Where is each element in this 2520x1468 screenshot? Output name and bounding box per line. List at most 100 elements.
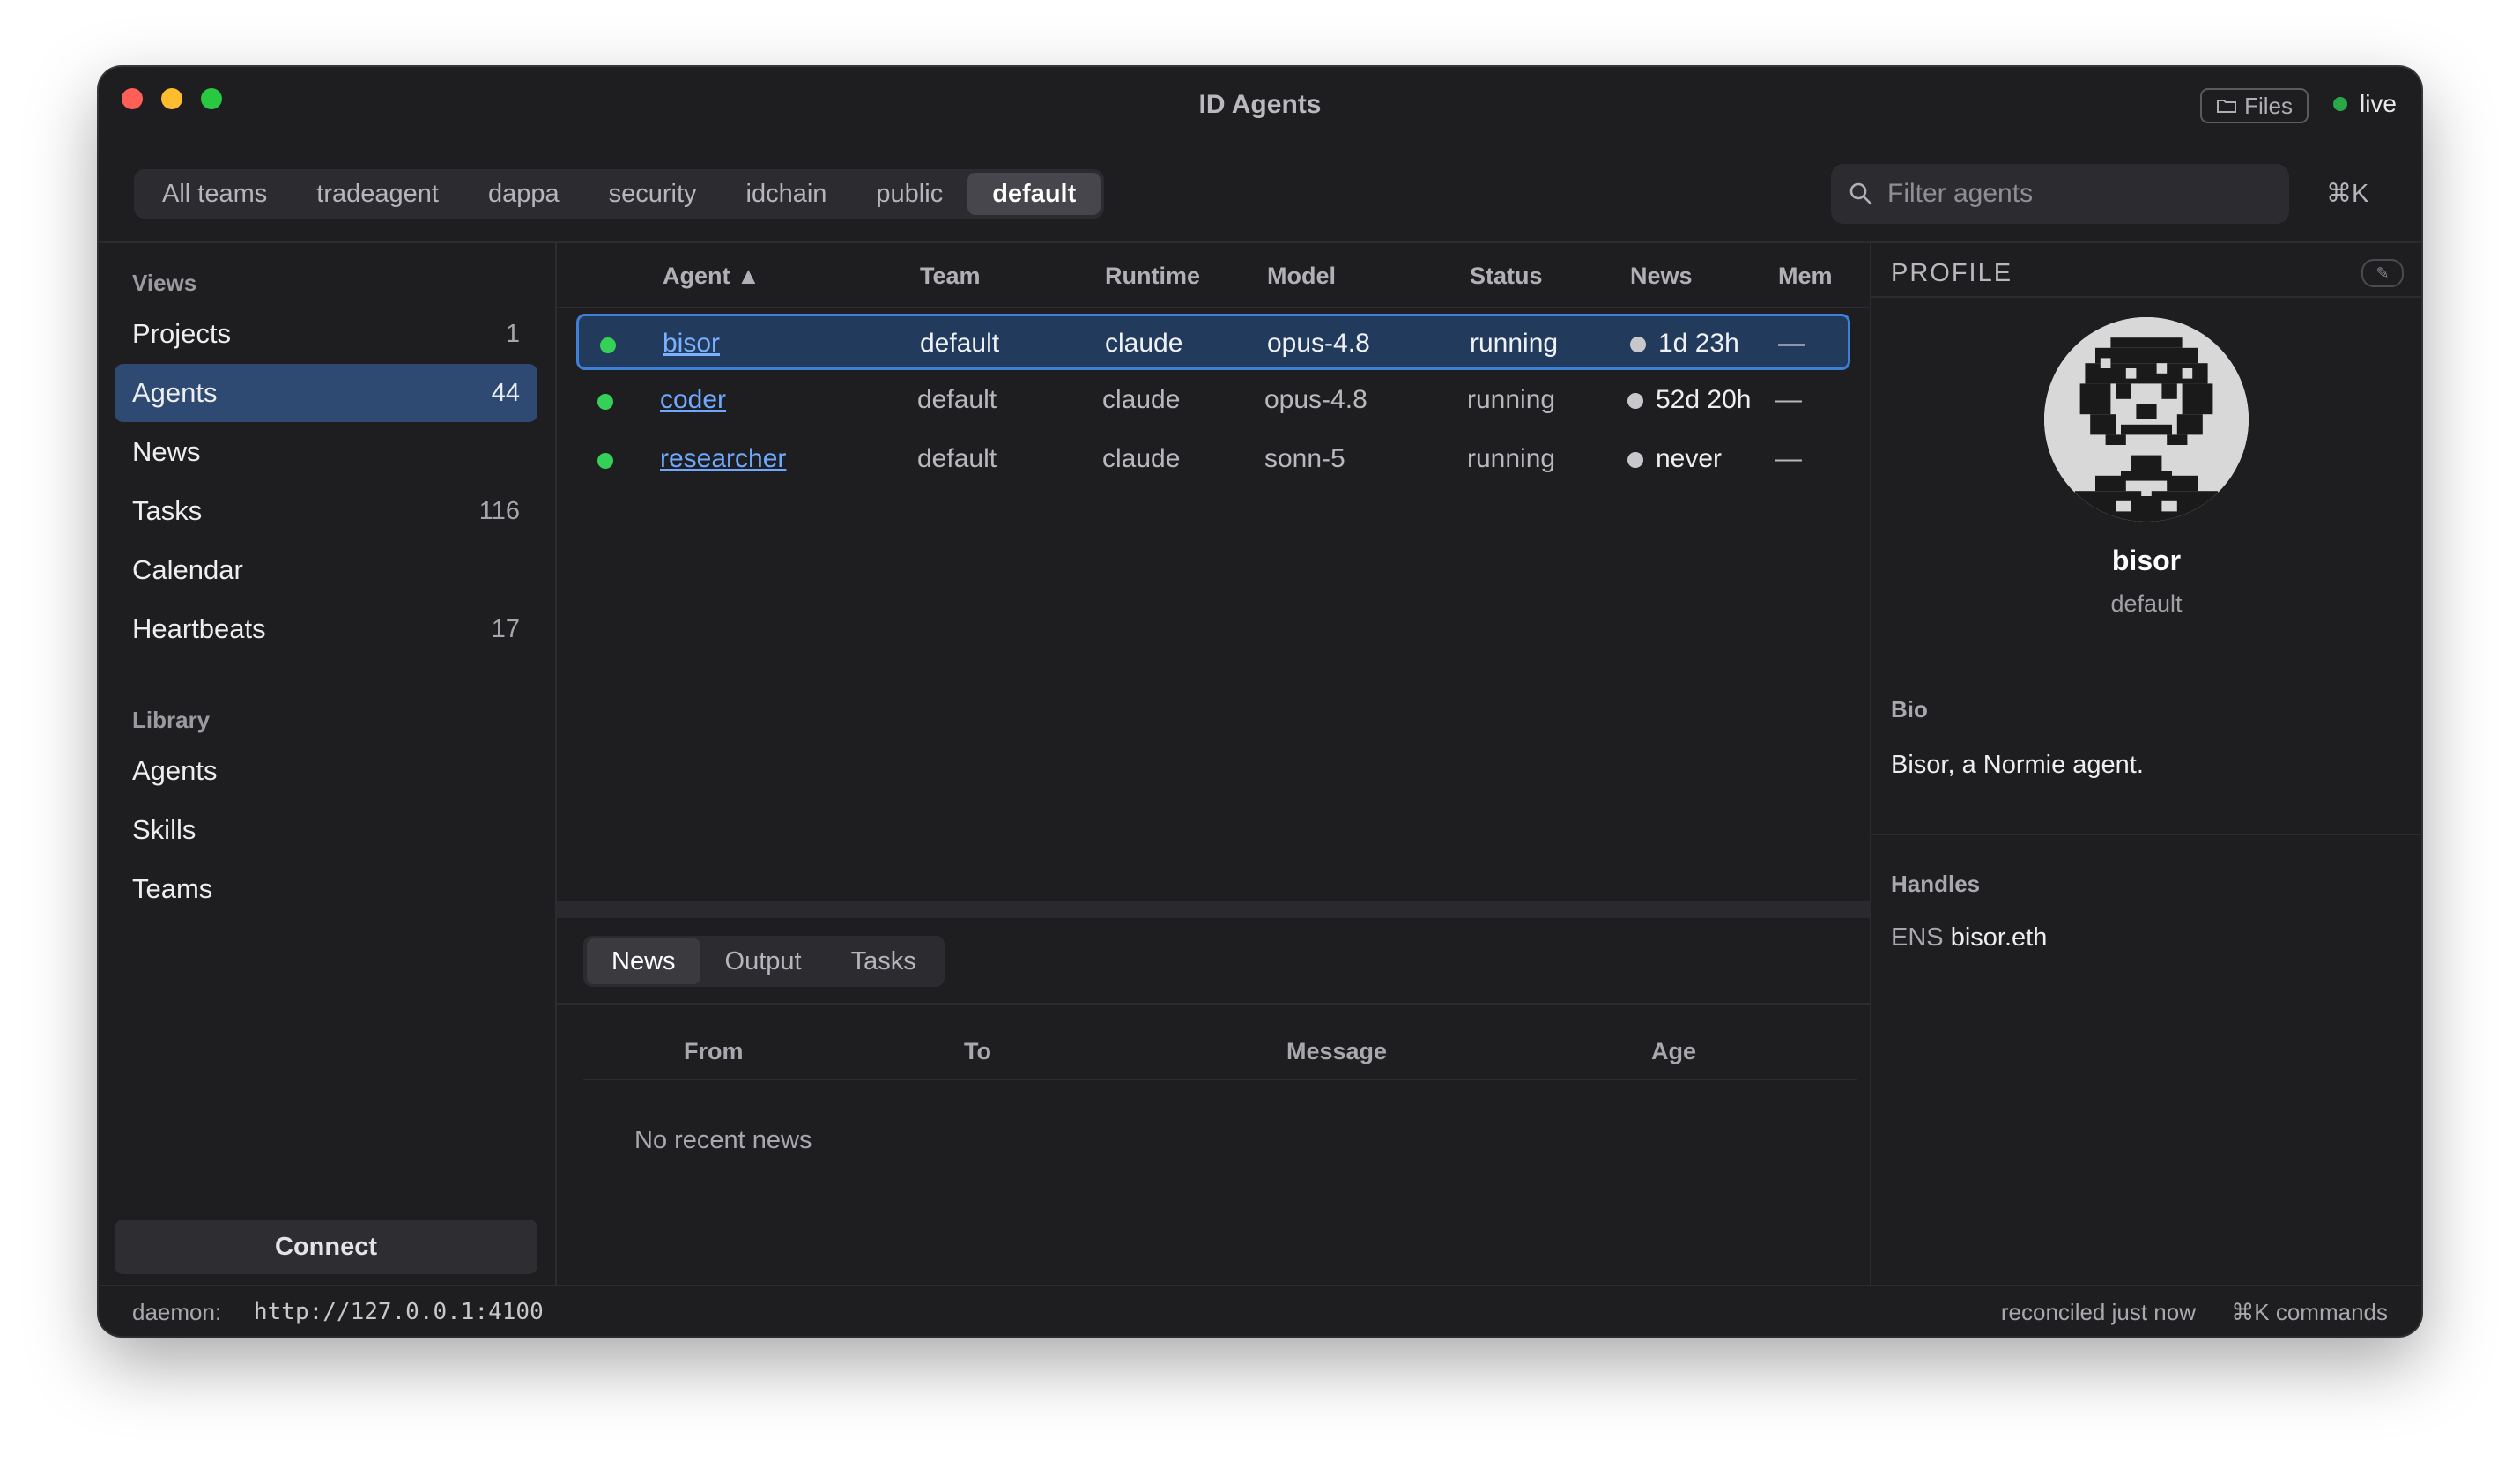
live-label: live	[2359, 90, 2397, 117]
running-status-dot	[597, 453, 613, 469]
news-column-from: From	[684, 1038, 744, 1064]
folder-icon	[2217, 100, 2237, 113]
connect-button[interactable]: Connect	[115, 1220, 537, 1274]
team-tab-idchain[interactable]: idchain	[722, 173, 852, 215]
live-status-dot	[2332, 97, 2347, 111]
table-row[interactable]: bisor default claude opus-4.8 running 1d…	[576, 314, 1850, 370]
agent-news-age: 52d 20h	[1656, 385, 1752, 414]
search-input[interactable]	[1886, 178, 2277, 210]
agent-team: default	[920, 329, 1000, 358]
divider	[555, 243, 557, 1286]
profile-name: bisor	[2111, 545, 2182, 576]
team-tab-tradeagent[interactable]: tradeagent	[292, 173, 463, 215]
sidebar-item-label: Heartbeats	[132, 613, 266, 644]
bio-text: Bisor, a Normie agent.	[1891, 751, 2144, 779]
divider	[557, 307, 1870, 308]
divider	[1871, 296, 2421, 298]
sidebar-item-library-agents[interactable]: Agents	[115, 742, 537, 800]
command-shortcut-hint: ⌘K	[2326, 180, 2369, 208]
handle-type: ENS	[1891, 923, 1944, 952]
search-icon	[1849, 182, 1872, 205]
agent-status: running	[1470, 329, 1559, 358]
team-tab-all[interactable]: All teams	[137, 173, 292, 215]
agent-model: sonn-5	[1264, 444, 1345, 473]
tab-tasks[interactable]: Tasks	[826, 938, 941, 984]
handles-label: Handles	[1891, 871, 1981, 897]
column-header-agent[interactable]: Agent ▲	[663, 263, 760, 290]
divider	[557, 1003, 1870, 1005]
agent-status: running	[1467, 385, 1556, 414]
agent-news: 52d 20h	[1627, 385, 1760, 415]
title-bar: ID Agents Files live	[99, 67, 2421, 167]
agent-news-age: never	[1656, 444, 1723, 473]
sidebar-item-agents[interactable]: Agents 44	[115, 364, 537, 422]
agent-mem: —	[1775, 385, 1802, 414]
profile-team: default	[2110, 590, 2183, 617]
team-tab-dappa[interactable]: dappa	[463, 173, 584, 215]
sidebar-item-news[interactable]: News	[115, 423, 537, 481]
agents-table-header: Agent ▲ Team Runtime Model Status News M…	[557, 243, 1870, 307]
sidebar-item-calendar[interactable]: Calendar	[115, 541, 537, 599]
bio-label: Bio	[1891, 696, 1928, 723]
sidebar-item-label: Projects	[132, 318, 231, 349]
sidebar-item-heartbeats[interactable]: Heartbeats 17	[115, 600, 537, 658]
files-button-label: Files	[2244, 92, 2293, 119]
agent-news: never	[1627, 444, 1760, 474]
files-button[interactable]: Files	[2200, 88, 2309, 123]
agent-model: opus-4.8	[1267, 329, 1370, 358]
agent-runtime: claude	[1102, 444, 1181, 473]
agent-name-link[interactable]: coder	[660, 385, 726, 415]
agent-name-link[interactable]: bisor	[663, 329, 720, 359]
agent-news-age: 1d 23h	[1658, 329, 1739, 358]
team-tab-default[interactable]: default	[967, 173, 1101, 215]
profile-panel: PROFILE ✎ bisor default Bio Bisor, a Nor…	[1871, 243, 2421, 1285]
live-indicator: live	[2332, 90, 2397, 118]
app-window: ID Agents Files live All teams tradeagen…	[99, 67, 2421, 1336]
sidebar-item-count: 17	[491, 614, 520, 643]
daemon-label: daemon:	[132, 1299, 222, 1325]
agent-model: opus-4.8	[1264, 385, 1367, 414]
pixel-face-avatar-image	[2044, 317, 2249, 522]
filter-agents-search	[1831, 164, 2289, 224]
sidebar-item-label: Teams	[132, 873, 213, 904]
pencil-icon[interactable]: ✎	[2361, 259, 2404, 287]
table-row[interactable]: researcher default claude sonn-5 running…	[576, 432, 1850, 488]
agent-runtime: claude	[1105, 329, 1183, 358]
sidebar-item-library-teams[interactable]: Teams	[115, 860, 537, 918]
sidebar-item-tasks[interactable]: Tasks 116	[115, 482, 537, 540]
column-header-news[interactable]: News	[1630, 263, 1693, 290]
status-bar: daemon: http://127.0.0.1:4100 reconciled…	[99, 1286, 2421, 1336]
handle-ens: ENS bisor.eth	[1891, 923, 2047, 953]
agent-team: default	[917, 385, 997, 414]
profile-title: PROFILE	[1891, 259, 2013, 287]
news-dot-icon	[1627, 393, 1643, 410]
column-header-runtime[interactable]: Runtime	[1105, 263, 1200, 290]
news-dot-icon	[1630, 337, 1646, 353]
commands-hint[interactable]: ⌘K commands	[2231, 1299, 2388, 1326]
team-tab-security[interactable]: security	[584, 173, 722, 215]
sidebar-item-projects[interactable]: Projects 1	[115, 305, 537, 363]
agent-mem: —	[1778, 329, 1805, 358]
agent-news: 1d 23h	[1630, 329, 1762, 359]
column-header-model[interactable]: Model	[1267, 263, 1336, 290]
tab-output[interactable]: Output	[700, 938, 826, 984]
sidebar-item-count: 1	[505, 319, 520, 348]
agent-runtime: claude	[1102, 385, 1181, 414]
column-header-team[interactable]: Team	[920, 263, 981, 290]
empty-news-message: No recent news	[634, 1126, 812, 1154]
table-row[interactable]: coder default claude opus-4.8 running 52…	[576, 373, 1850, 429]
pane-splitter[interactable]	[557, 901, 1870, 918]
sidebar-item-count: 116	[478, 496, 520, 525]
tab-news[interactable]: News	[587, 938, 700, 984]
column-header-status[interactable]: Status	[1470, 263, 1543, 290]
reconciled-status: reconciled just now	[2000, 1299, 2196, 1325]
sidebar-item-label: News	[132, 436, 201, 467]
news-column-message: Message	[1286, 1038, 1388, 1064]
agent-name-link[interactable]: researcher	[660, 444, 786, 474]
sidebar-item-library-skills[interactable]: Skills	[115, 801, 537, 859]
column-header-mem[interactable]: Mem	[1778, 263, 1833, 290]
team-tab-public[interactable]: public	[851, 173, 967, 215]
handle-value: bisor.eth	[1950, 923, 2048, 952]
news-column-to: To	[964, 1038, 991, 1064]
avatar	[2044, 317, 2249, 522]
